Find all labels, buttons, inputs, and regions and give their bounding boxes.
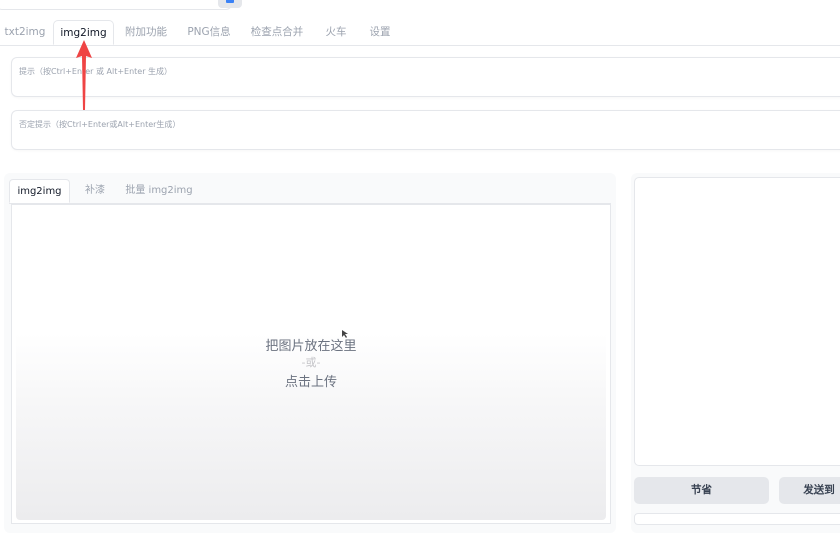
right-lower-strip xyxy=(634,513,840,525)
tab-train[interactable]: 火车 xyxy=(318,20,354,45)
drop-text: 把图片放在这里 xyxy=(265,339,357,354)
negative-prompt-input[interactable]: 否定提示（按Ctrl+Enter或Alt+Enter生成） xyxy=(11,110,840,150)
main-tab-bar: txt2img img2img 附加功能 PNG信息 检查点合并 火车 设置 xyxy=(0,20,840,46)
red-arrow-icon xyxy=(76,40,92,110)
send-to-button[interactable]: 发送到 xyxy=(779,477,840,504)
click-upload-text: 点击上传 xyxy=(284,375,337,390)
output-panel: 节省 发送到 xyxy=(631,173,840,533)
tab-png-info[interactable]: PNG信息 xyxy=(180,20,238,45)
tab-extras[interactable]: 附加功能 xyxy=(118,20,174,45)
sub-tab-bar: img2img 补漆 批量 img2img xyxy=(9,179,611,204)
or-text: -或- xyxy=(301,356,321,369)
subtab-img2img[interactable]: img2img xyxy=(9,179,70,203)
image-drop-zone[interactable]: 把图片放在这里 -或- 点击上传 xyxy=(16,208,606,520)
tab-checkpoint-merger[interactable]: 检查点合并 xyxy=(244,20,310,45)
top-input[interactable] xyxy=(0,0,232,10)
tab-txt2img[interactable]: txt2img xyxy=(2,20,48,45)
top-action-button[interactable] xyxy=(218,0,242,8)
subtab-inpaint[interactable]: 补漆 xyxy=(75,179,115,203)
save-button[interactable]: 节省 xyxy=(634,477,769,504)
top-strip xyxy=(0,0,840,16)
image-input-panel: img2img 补漆 批量 img2img 把图片放在这里 -或- 点击上传 xyxy=(4,173,616,533)
upload-frame: 把图片放在这里 -或- 点击上传 xyxy=(11,204,611,524)
subtab-batch[interactable]: 批量 img2img xyxy=(121,179,197,203)
negative-prompt-placeholder: 否定提示（按Ctrl+Enter或Alt+Enter生成） xyxy=(19,120,181,129)
mouse-cursor-icon xyxy=(342,330,348,338)
output-gallery xyxy=(634,177,840,466)
action-icon xyxy=(226,0,234,3)
prompt-input[interactable]: 提示（按Ctrl+Enter 或 Alt+Enter 生成） xyxy=(11,57,840,97)
tab-settings[interactable]: 设置 xyxy=(362,20,398,45)
